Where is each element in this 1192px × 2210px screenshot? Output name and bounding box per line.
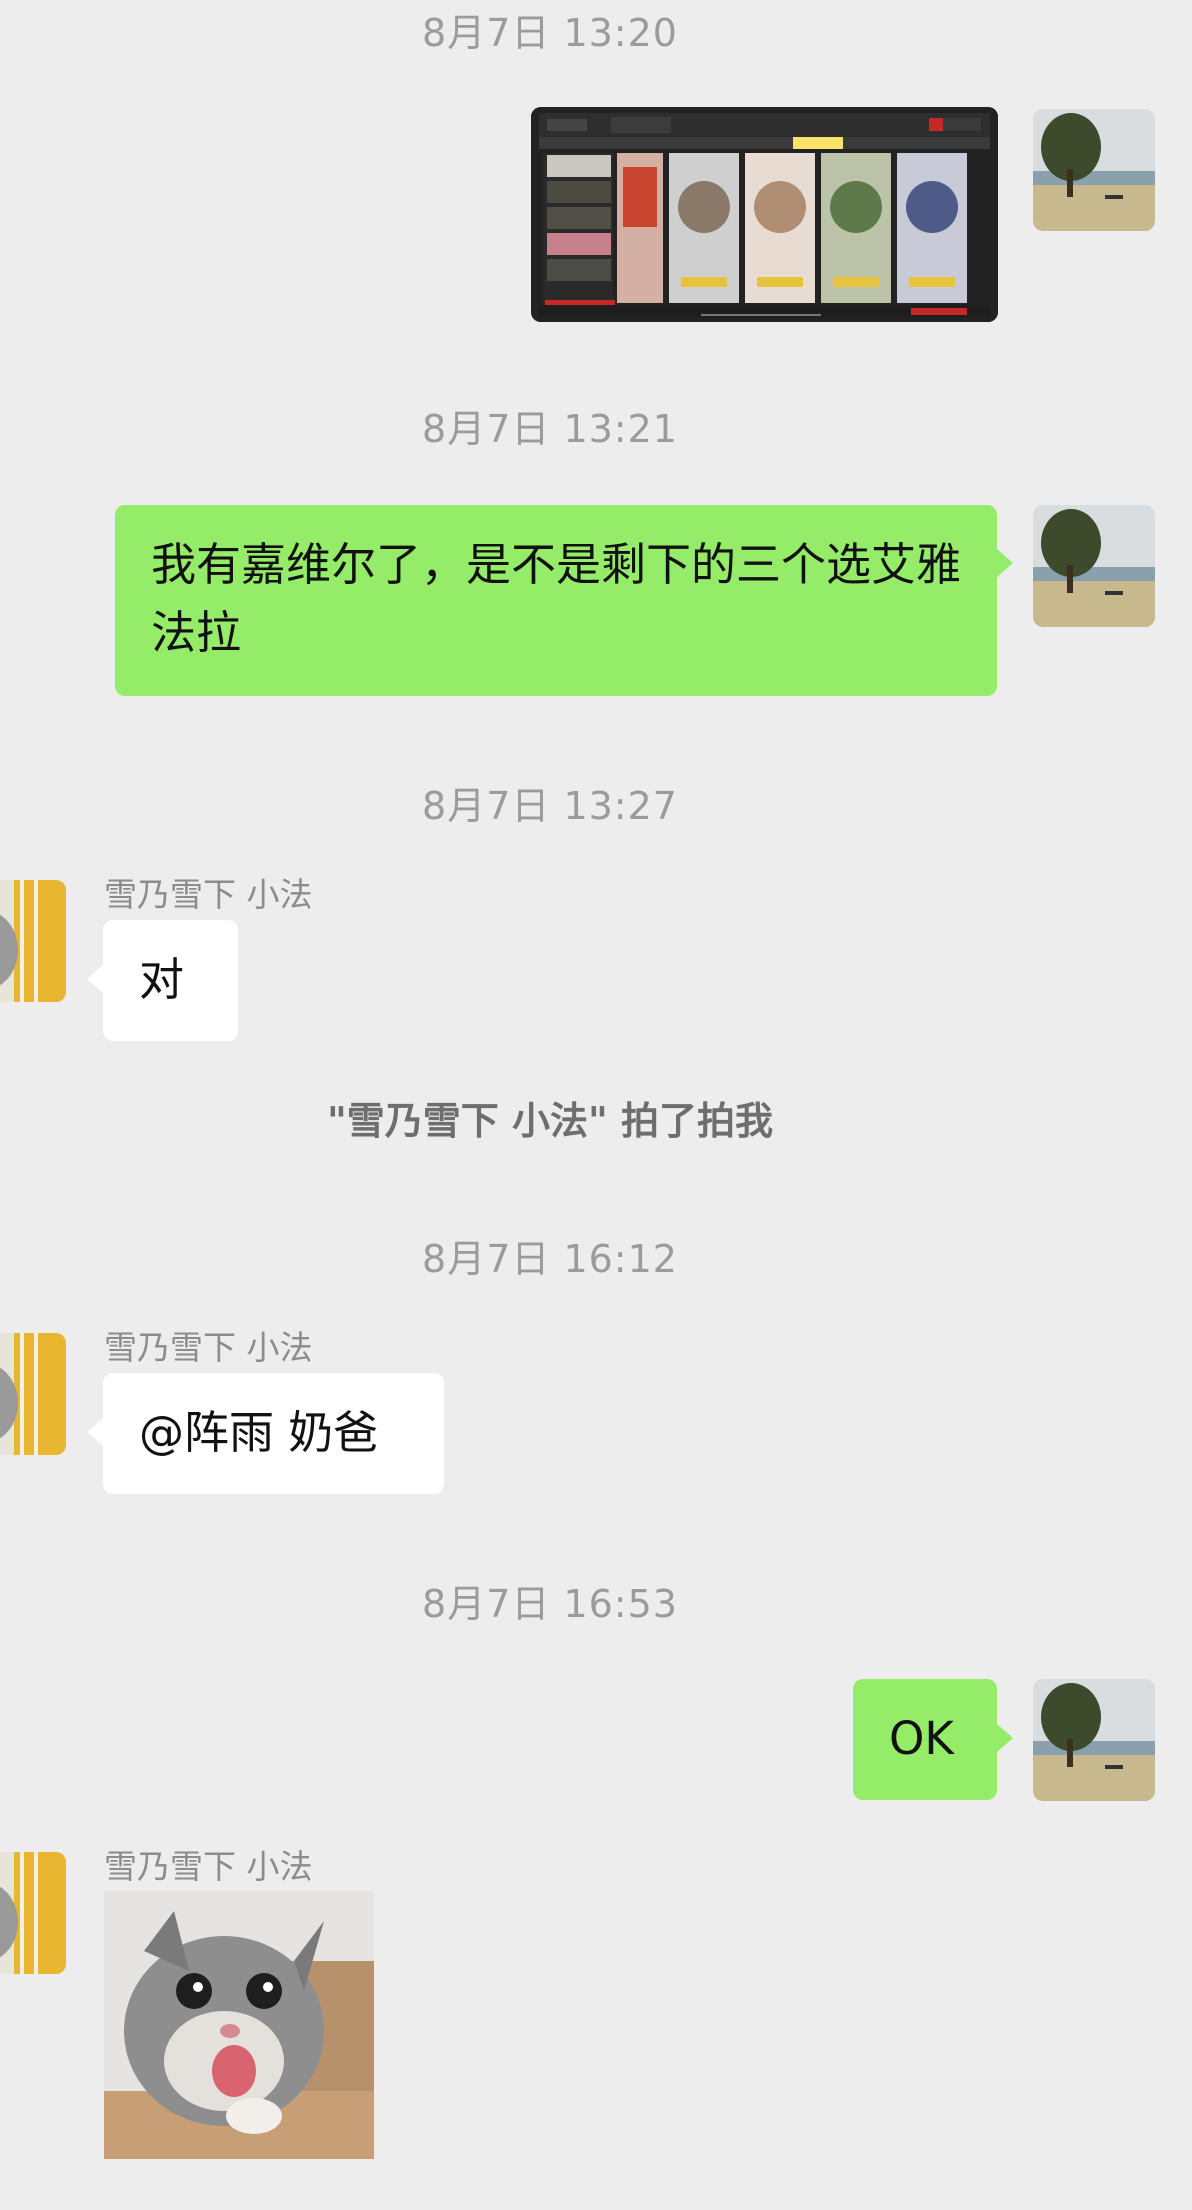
timestamp: 8月7日 16:12 <box>422 1237 678 1281</box>
my-avatar[interactable] <box>1033 109 1155 231</box>
message-bubble-self[interactable]: 我有嘉维尔了，是不是剩下的三个选艾雅法拉 <box>115 505 997 696</box>
timestamp: 8月7日 13:20 <box>422 11 678 55</box>
contact-avatar[interactable] <box>0 880 66 1002</box>
sender-name: 雪乃雪下 小法 <box>104 875 313 914</box>
bubble-tail <box>997 1724 1013 1752</box>
message-text: 对 <box>139 953 185 1006</box>
message-text: OK <box>889 1712 954 1765</box>
message-bubble-self[interactable]: OK <box>853 1679 997 1800</box>
bubble-tail <box>87 1418 103 1446</box>
timestamp: 8月7日 16:53 <box>422 1582 678 1626</box>
message-text: @阵雨 奶爸 <box>139 1406 379 1459</box>
cat-sticker-image[interactable] <box>104 1891 374 2159</box>
screenshot-image-message[interactable] <box>531 107 998 322</box>
pat-notice: "雪乃雪下 小法" 拍了拍我 <box>326 1099 774 1143</box>
message-bubble-contact[interactable]: 对 <box>103 920 238 1041</box>
timestamp: 8月7日 13:27 <box>422 784 678 828</box>
my-avatar[interactable] <box>1033 505 1155 627</box>
bubble-tail <box>997 549 1013 577</box>
message-bubble-contact[interactable]: @阵雨 奶爸 <box>103 1373 444 1494</box>
sender-name: 雪乃雪下 小法 <box>104 1328 313 1367</box>
contact-avatar[interactable] <box>0 1333 66 1455</box>
sender-name: 雪乃雪下 小法 <box>104 1847 313 1886</box>
message-text: 我有嘉维尔了，是不是剩下的三个选艾雅法拉 <box>151 538 962 659</box>
contact-avatar[interactable] <box>0 1852 66 1974</box>
my-avatar[interactable] <box>1033 1679 1155 1801</box>
bubble-tail <box>87 965 103 993</box>
timestamp: 8月7日 13:21 <box>422 407 678 451</box>
